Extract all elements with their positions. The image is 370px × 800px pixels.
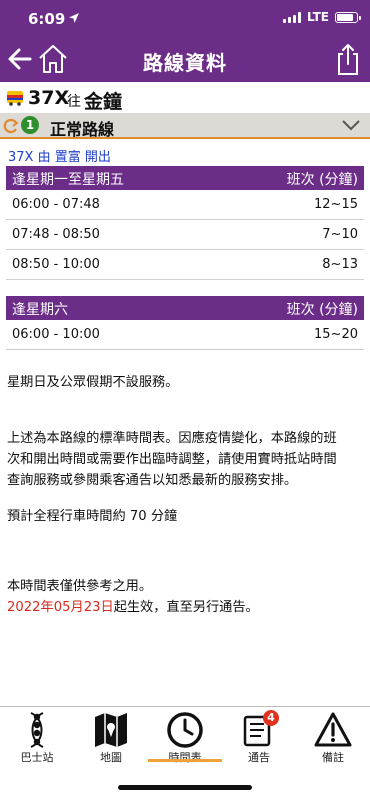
bus-stop-icon xyxy=(30,712,44,748)
weekday-table-header: 逢星期一至星期五 班次 (分鐘) xyxy=(6,166,364,190)
frequency-header-label: 班次 (分鐘) xyxy=(286,302,358,318)
swap-direction-icon[interactable] xyxy=(2,117,20,135)
tab-label: 備註 xyxy=(322,751,344,764)
weekday-header-label: 逢星期一至星期五 xyxy=(12,172,124,188)
variant-number-badge: 1 xyxy=(21,116,39,134)
time-range: 06:00 - 10:00 xyxy=(12,327,100,342)
tab-label: 地圖 xyxy=(100,751,122,764)
saturday-table-header: 逢星期六 班次 (分鐘) xyxy=(6,296,364,320)
battery-icon xyxy=(335,11,361,23)
network-label: LTE xyxy=(306,10,329,24)
share-icon[interactable] xyxy=(336,42,360,76)
time-range: 07:48 - 08:50 xyxy=(12,227,100,242)
time-range: 06:00 - 07:48 xyxy=(12,197,100,212)
table-row: 07:48 - 08:50 7~10 xyxy=(6,220,364,250)
holiday-note: 星期日及公眾假期不設服務。 xyxy=(7,375,179,390)
bottom-tab-bar: 巴士站 地圖 時間表 4 通告 備註 xyxy=(0,706,370,800)
journey-time-note: 預計全程行車時間約 70 分鐘 xyxy=(7,509,178,524)
saturday-header-label: 逢星期六 xyxy=(12,302,68,318)
route-header: 37X 往 金鐘 xyxy=(0,84,370,113)
route-origin-text: 37X 由 置富 開出 xyxy=(8,150,111,165)
route-direction-prefix: 往 xyxy=(67,94,81,110)
active-tab-indicator xyxy=(148,759,222,762)
disclaimer-line: 上述為本路線的標準時間表。因應疫情變化，本路線的班 xyxy=(7,431,337,446)
variant-name: 正常路線 xyxy=(50,120,115,139)
table-row: 06:00 - 07:48 12~15 xyxy=(6,190,364,220)
warning-icon xyxy=(314,712,352,747)
disclaimer-line: 查詢服務或參閱乘客通告以知悉最新的服務安排。 xyxy=(7,473,298,488)
frequency: 8~13 xyxy=(322,257,358,272)
location-arrow-icon xyxy=(69,13,79,23)
home-indicator xyxy=(118,785,252,790)
schedule-disclaimer: 上述為本路線的標準時間表。因應疫情變化，本路線的班 次和開出時間或需要作出臨時調… xyxy=(7,428,363,491)
chevron-down-icon[interactable] xyxy=(342,119,360,131)
route-number: 37X xyxy=(28,87,70,109)
effective-date: 2022年05月23日 xyxy=(7,600,114,615)
notice-count-badge: 4 xyxy=(263,710,279,726)
status-indicators: LTE xyxy=(282,10,361,24)
time-range: 08:50 - 10:00 xyxy=(12,257,100,272)
nav-bar: 路線資料 xyxy=(0,36,370,82)
status-bar: 6:09 LTE xyxy=(0,0,370,36)
tab-label: 時間表 xyxy=(168,751,202,764)
clock-icon xyxy=(167,712,203,748)
table-row: 06:00 - 10:00 15~20 xyxy=(6,320,364,350)
route-destination: 金鐘 xyxy=(84,91,123,113)
frequency: 12~15 xyxy=(314,197,358,212)
reference-note: 本時間表僅供參考之用。 xyxy=(7,579,153,594)
frequency: 7~10 xyxy=(322,227,358,242)
table-row: 08:50 - 10:00 8~13 xyxy=(6,250,364,280)
tab-notices[interactable]: 4 通告 xyxy=(222,709,296,769)
status-time: 6:09 xyxy=(28,10,66,28)
tab-remarks[interactable]: 備註 xyxy=(296,709,370,769)
page-title: 路線資料 xyxy=(143,51,227,75)
bus-icon xyxy=(7,91,23,106)
tab-map[interactable]: 地圖 xyxy=(74,709,148,769)
tab-label: 巴士站 xyxy=(20,751,54,764)
frequency: 15~20 xyxy=(314,327,358,342)
tab-bus-stops[interactable]: 巴士站 xyxy=(0,709,74,769)
tab-label: 通告 xyxy=(248,751,270,764)
signal-icon xyxy=(282,11,301,23)
disclaimer-line: 次和開出時間或需要作出臨時調整，請使用實時抵站時間 xyxy=(7,452,337,467)
effective-date-note: 2022年05月23日起生效，直至另行通告。 xyxy=(7,597,363,618)
effective-suffix: 起生效，直至另行通告。 xyxy=(113,600,259,615)
map-icon xyxy=(95,713,127,747)
frequency-header-label: 班次 (分鐘) xyxy=(286,172,358,188)
route-variant-selector[interactable]: 1 正常路線 xyxy=(0,113,370,139)
